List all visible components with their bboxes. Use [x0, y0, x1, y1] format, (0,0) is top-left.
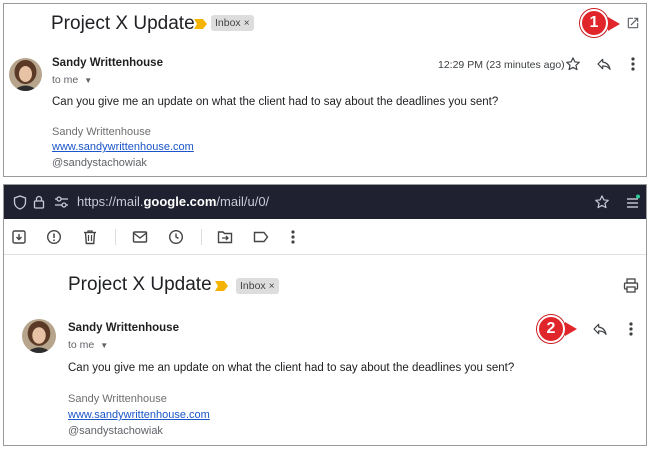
print-icon[interactable]: [622, 276, 640, 294]
important-marker-icon[interactable]: [215, 281, 228, 291]
inbox-label-text: Inbox: [240, 280, 266, 292]
archive-icon[interactable]: [10, 228, 28, 246]
email-subject: Project X Update: [68, 274, 212, 295]
more-options-icon[interactable]: [625, 320, 637, 338]
label-icon[interactable]: [252, 228, 270, 246]
signature-handle: @sandystachowiak: [68, 425, 163, 437]
message-timestamp: 12:29 PM (23 minutes ago): [438, 59, 565, 71]
report-spam-icon[interactable]: [45, 228, 63, 246]
shield-icon[interactable]: [12, 194, 28, 210]
recipient-details-toggle[interactable]: to me ▼: [52, 74, 92, 86]
snooze-clock-icon[interactable]: [167, 228, 185, 246]
signature-handle: @sandystachowiak: [52, 157, 147, 169]
open-in-new-window-icon[interactable]: [624, 14, 642, 32]
toolbar-divider: [115, 229, 116, 245]
email-view-browser: https://mail.google.com/mail/u/0/ Projec…: [3, 184, 647, 446]
recipient-details-toggle[interactable]: to me ▼: [68, 339, 108, 351]
signature-link[interactable]: www.sandywrittenhouse.com: [68, 409, 210, 421]
browser-address-bar: https://mail.google.com/mail/u/0/: [4, 185, 646, 219]
reply-icon[interactable]: [591, 320, 609, 338]
app-menu-icon[interactable]: [624, 193, 642, 211]
chevron-down-icon: ▼: [100, 341, 109, 350]
reply-icon[interactable]: [595, 55, 613, 73]
remove-label-icon[interactable]: ×: [244, 18, 250, 29]
sender-avatar[interactable]: [9, 58, 42, 91]
sender-name[interactable]: Sandy Writtenhouse: [68, 322, 179, 334]
signature-name: Sandy Writtenhouse: [68, 393, 167, 405]
callout-badge-1: 1: [580, 9, 608, 37]
signature-name: Sandy Writtenhouse: [52, 126, 151, 138]
more-actions-icon[interactable]: [287, 228, 299, 246]
inbox-label-chip[interactable]: Inbox ×: [211, 15, 254, 31]
email-subject: Project X Update: [51, 13, 195, 34]
to-me-label: to me: [68, 339, 95, 351]
move-to-icon[interactable]: [216, 228, 234, 246]
site-permissions-icon[interactable]: [53, 194, 69, 210]
callout-arrow-2: [565, 322, 577, 336]
toolbar-divider: [201, 229, 202, 245]
url-suffix: /mail/u/0/: [216, 194, 270, 209]
message-body: Can you give me an update on what the cl…: [52, 96, 499, 108]
more-options-icon[interactable]: [627, 55, 639, 73]
callout-arrow-1: [608, 17, 620, 31]
to-me-label: to me: [52, 74, 79, 86]
email-view-popout: Project X Update Inbox × 1 Sandy Writtenh…: [3, 3, 647, 177]
sender-avatar[interactable]: [22, 319, 56, 353]
delete-icon[interactable]: [81, 228, 99, 246]
url-text[interactable]: https://mail.google.com/mail/u/0/: [77, 194, 269, 209]
callout-badge-2: 2: [537, 315, 565, 343]
signature-link[interactable]: www.sandywrittenhouse.com: [52, 141, 194, 153]
star-icon[interactable]: [564, 55, 582, 73]
mark-unread-icon[interactable]: [131, 228, 149, 246]
remove-label-icon[interactable]: ×: [269, 281, 275, 292]
message-body: Can you give me an update on what the cl…: [68, 362, 515, 374]
bookmark-star-icon[interactable]: [593, 193, 611, 211]
email-toolbar: [4, 219, 646, 255]
inbox-label-chip[interactable]: Inbox ×: [236, 278, 279, 294]
inbox-label-text: Inbox: [215, 17, 241, 29]
lock-icon[interactable]: [32, 194, 46, 210]
url-domain: google.com: [143, 194, 217, 209]
important-marker-icon[interactable]: [194, 19, 207, 29]
url-prefix: https://mail.: [77, 194, 144, 209]
sender-name[interactable]: Sandy Writtenhouse: [52, 57, 163, 69]
chevron-down-icon: ▼: [84, 76, 93, 85]
